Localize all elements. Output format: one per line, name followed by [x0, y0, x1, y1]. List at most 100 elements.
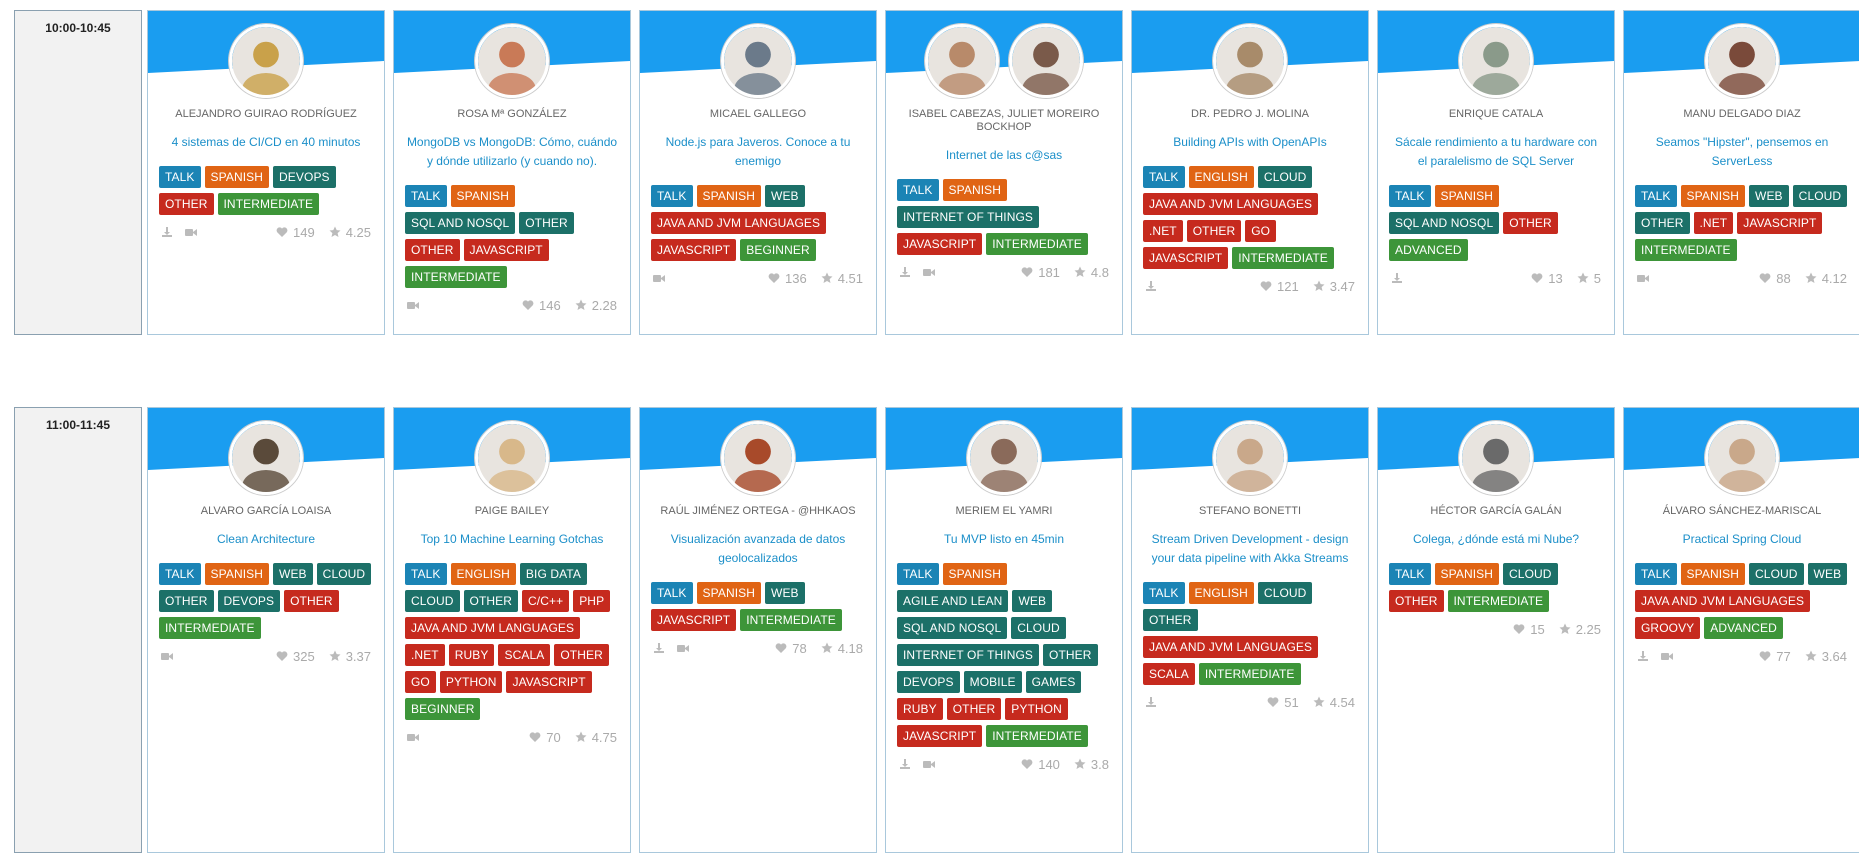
talk-title-link[interactable]: Stream Driven Development - design your …: [1144, 530, 1356, 568]
tag-other[interactable]: OTHER: [159, 193, 214, 215]
likes[interactable]: 121: [1260, 279, 1299, 294]
tag-topic[interactable]: CLOUD: [1503, 563, 1558, 585]
speaker-name[interactable]: ENRIQUE CATALA: [1388, 108, 1604, 121]
heart-icon[interactable]: [529, 731, 541, 743]
download-icon[interactable]: [1637, 650, 1649, 662]
tag-other[interactable]: PYTHON: [439, 671, 503, 693]
speaker-name[interactable]: RAÚL JIMÉNEZ ORTEGA - @HHKAOS: [650, 505, 866, 518]
tag-topic[interactable]: CLOUD: [316, 563, 372, 585]
tag-level[interactable]: ADVANCED: [1704, 617, 1783, 639]
talk-card[interactable]: MICAEL GALLEGO Node.js para Javeros. Cono…: [639, 10, 877, 335]
talk-card[interactable]: PAIGE BAILEY Top 10 Machine Learning Gotc…: [393, 407, 631, 853]
tag-format[interactable]: TALK: [1635, 185, 1677, 207]
talk-title-link[interactable]: Colega, ¿dónde está mi Nube?: [1390, 530, 1602, 549]
tag-other[interactable]: JAVASCRIPT: [897, 725, 983, 747]
tag-other[interactable]: GO: [1245, 220, 1277, 242]
tag-lang[interactable]: SPANISH: [1434, 563, 1500, 585]
tag-lang[interactable]: ENGLISH: [1188, 582, 1254, 604]
talk-title-link[interactable]: Seamos "Hipster", pensemos en ServerLess: [1636, 133, 1848, 171]
tag-lang[interactable]: SPANISH: [204, 166, 270, 188]
speaker-name[interactable]: ROSA Mª GONZÁLEZ: [404, 108, 620, 121]
tag-topic[interactable]: SQL AND NOSQL: [1389, 212, 1500, 234]
tag-level[interactable]: BEGINNER: [740, 239, 816, 261]
heart-icon[interactable]: [768, 272, 780, 284]
tag-format[interactable]: TALK: [897, 179, 939, 201]
tag-topic[interactable]: DEVOPS: [217, 590, 281, 612]
tag-format[interactable]: TALK: [405, 563, 447, 585]
avatar[interactable]: [967, 421, 1041, 495]
tag-level[interactable]: INTERMEDIATE: [740, 609, 842, 631]
tag-other[interactable]: JAVASCRIPT: [1737, 212, 1823, 234]
tag-lang[interactable]: ENGLISH: [450, 563, 516, 585]
video-icon[interactable]: [677, 642, 689, 654]
tag-lang[interactable]: SPANISH: [1680, 185, 1746, 207]
tag-format[interactable]: TALK: [1389, 185, 1431, 207]
tag-other[interactable]: JAVASCRIPT: [506, 671, 592, 693]
avatar[interactable]: [721, 24, 795, 98]
tag-topic[interactable]: GAMES: [1025, 671, 1082, 693]
talk-title-link[interactable]: Tu MVP listo en 45min: [898, 530, 1110, 549]
speaker-name[interactable]: PAIGE BAILEY: [404, 505, 620, 518]
video-icon[interactable]: [923, 758, 935, 770]
speaker-name[interactable]: MERIEM EL YAMRI: [896, 505, 1112, 518]
tag-topic[interactable]: OTHER: [1043, 644, 1098, 666]
tag-topic[interactable]: SQL AND NOSQL: [405, 212, 516, 234]
talk-title-link[interactable]: Sácale rendimiento a tu hardware con el …: [1390, 133, 1602, 171]
tag-lang[interactable]: ENGLISH: [1188, 166, 1254, 188]
tag-topic[interactable]: WEB: [273, 563, 313, 585]
talk-card[interactable]: HÉCTOR GARCÍA GALÁN Colega, ¿dónde está m…: [1377, 407, 1615, 853]
tag-topic[interactable]: OTHER: [159, 590, 214, 612]
talk-title-link[interactable]: Visualización avanzada de datos geolocal…: [652, 530, 864, 568]
tag-format[interactable]: TALK: [651, 582, 693, 604]
talk-card[interactable]: ALVARO GARCÍA LOAISA Clean Architecture TA…: [147, 407, 385, 853]
likes[interactable]: 70: [529, 730, 561, 745]
tag-level[interactable]: INTERMEDIATE: [217, 193, 320, 215]
speaker-name[interactable]: ALEJANDRO GUIRAO RODRÍGUEZ: [158, 108, 374, 121]
avatar[interactable]: [1705, 421, 1779, 495]
tag-other[interactable]: OTHER: [1389, 590, 1444, 612]
talk-title-link[interactable]: Top 10 Machine Learning Gotchas: [406, 530, 618, 549]
tag-topic[interactable]: OTHER: [519, 212, 574, 234]
talk-card[interactable]: ALEJANDRO GUIRAO RODRÍGUEZ 4 sistemas de …: [147, 10, 385, 335]
tag-level[interactable]: INTERMEDIATE: [1635, 239, 1737, 261]
tag-lang[interactable]: SPANISH: [450, 185, 516, 207]
talk-card[interactable]: STEFANO BONETTI Stream Driven Development…: [1131, 407, 1369, 853]
tag-other[interactable]: JAVA AND JVM LANGUAGES: [651, 212, 827, 234]
avatar[interactable]: [229, 24, 303, 98]
likes[interactable]: 51: [1267, 695, 1299, 710]
likes[interactable]: 88: [1759, 271, 1791, 286]
likes[interactable]: 146: [522, 298, 561, 313]
tag-lang[interactable]: SPANISH: [1434, 185, 1500, 207]
talk-title-link[interactable]: Building APIs with OpenAPIs: [1144, 133, 1356, 152]
speaker-name[interactable]: DR. PEDRO J. MOLINA: [1142, 108, 1358, 121]
tag-other[interactable]: JAVASCRIPT: [897, 233, 983, 255]
tag-level[interactable]: BEGINNER: [405, 698, 481, 720]
heart-icon[interactable]: [1260, 280, 1272, 292]
heart-icon[interactable]: [276, 226, 288, 238]
video-icon[interactable]: [407, 299, 419, 311]
tag-topic[interactable]: BIG DATA: [519, 563, 587, 585]
talk-card[interactable]: DR. PEDRO J. MOLINA Building APIs with Op…: [1131, 10, 1369, 335]
video-icon[interactable]: [185, 226, 197, 238]
tag-topic[interactable]: OTHER: [1635, 212, 1690, 234]
download-icon[interactable]: [899, 266, 911, 278]
tag-topic[interactable]: WEB: [765, 185, 805, 207]
tag-other[interactable]: JAVASCRIPT: [463, 239, 549, 261]
talk-card[interactable]: ROSA Mª GONZÁLEZ MongoDB vs MongoDB: Cómo…: [393, 10, 631, 335]
tag-topic[interactable]: WEB: [1807, 563, 1848, 585]
tag-level[interactable]: INTERMEDIATE: [405, 266, 507, 288]
tag-other[interactable]: JAVA AND JVM LANGUAGES: [1635, 590, 1811, 612]
tag-topic[interactable]: SQL AND NOSQL: [897, 617, 1008, 639]
tag-other[interactable]: OTHER: [405, 239, 460, 261]
tag-topic[interactable]: INTERNET OF THINGS: [897, 644, 1040, 666]
avatar[interactable]: [721, 421, 795, 495]
tag-other[interactable]: SCALA: [498, 644, 551, 666]
avatar[interactable]: [1459, 421, 1533, 495]
heart-icon[interactable]: [1021, 266, 1033, 278]
tag-format[interactable]: TALK: [1143, 582, 1185, 604]
tag-lang[interactable]: SPANISH: [942, 179, 1008, 201]
download-icon[interactable]: [1391, 272, 1403, 284]
talk-title-link[interactable]: Practical Spring Cloud: [1636, 530, 1848, 549]
talk-title-link[interactable]: 4 sistemas de CI/CD en 40 minutos: [160, 133, 372, 152]
tag-other[interactable]: OTHER: [1186, 220, 1242, 242]
